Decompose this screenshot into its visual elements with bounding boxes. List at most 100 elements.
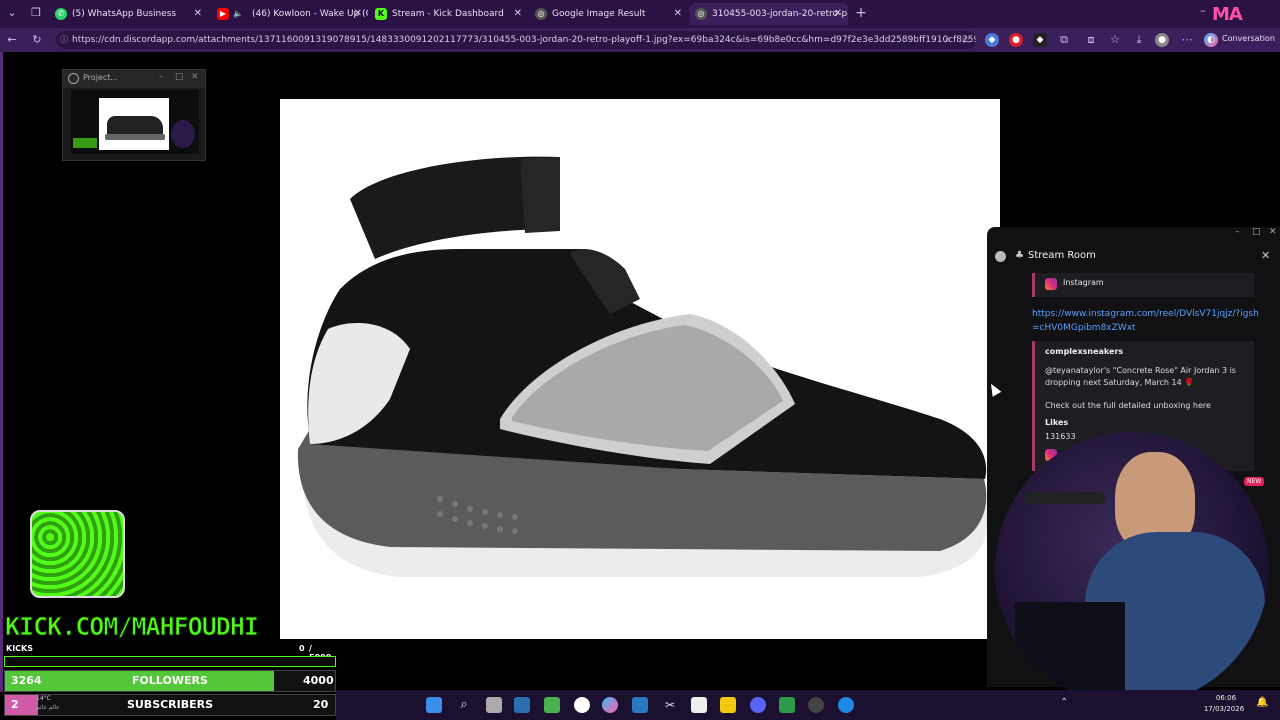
back-icon[interactable]: ← <box>4 32 20 48</box>
message-link[interactable]: https://www.instagram.com/reel/DVlsV71jq… <box>1032 307 1262 337</box>
close-icon[interactable]: ✕ <box>674 3 682 25</box>
tab-menu-chevron-icon[interactable]: ⌄ <box>4 5 20 21</box>
panel-header: ♣ Stream Room ✕ <box>987 245 1280 269</box>
preview-overlay <box>73 138 97 148</box>
extension-diamond-icon[interactable]: ◆ <box>1033 33 1047 47</box>
tab-label: Google Image Result <box>552 9 646 19</box>
capcut-icon[interactable]: ✂ <box>662 697 678 713</box>
embed-author[interactable]: complexsneakers <box>1045 347 1123 356</box>
image-viewer[interactable] <box>280 99 1000 639</box>
extension-shield-icon[interactable]: ◆ <box>985 33 999 47</box>
extension-red-icon[interactable]: ● <box>1009 33 1023 47</box>
minimize-icon[interactable]: – <box>1195 3 1211 19</box>
extensions-puzzle-icon[interactable]: ⧉ <box>1056 32 1072 48</box>
more-menu-icon[interactable]: ⋯ <box>1179 32 1195 48</box>
tab-label: (46) Kowloon - Wake Up (Offi <box>252 9 368 19</box>
close-icon[interactable]: ✕ <box>194 3 202 25</box>
start-icon[interactable] <box>426 697 442 713</box>
embed-description: @teyanataylor's "Concrete Rose" Air Jord… <box>1045 366 1236 387</box>
conversation-label[interactable]: Conversation <box>1222 34 1275 43</box>
minimize-icon[interactable]: – <box>1235 227 1240 237</box>
project-window-titlebar: Project... – □ ✕ <box>63 70 205 88</box>
close-icon[interactable]: ✕ <box>191 72 199 82</box>
tab-google-image[interactable]: ◎ Google Image Result ✕ <box>530 3 688 25</box>
likes-value: 131633 <box>1045 432 1076 441</box>
search-icon[interactable]: ⌕ <box>940 32 956 48</box>
tab-label: 310455-003-jordan-20-retro-playo <box>712 9 848 19</box>
embed-source: Instagram <box>1063 278 1104 287</box>
split-screen-icon[interactable]: ⧈ <box>1083 32 1099 48</box>
chat-bubble-icon <box>995 251 1006 262</box>
window-edge <box>0 52 3 692</box>
task-view-icon[interactable] <box>486 697 502 713</box>
site-info-icon[interactable]: ⓘ <box>60 31 68 49</box>
close-icon[interactable]: ✕ <box>1261 249 1270 262</box>
tab-active-image[interactable]: ◎ 310455-003-jordan-20-retro-playo ✕ <box>690 3 848 25</box>
maximize-icon[interactable]: □ <box>1252 227 1261 237</box>
tab-label: Stream - Kick Dashboard <box>392 9 504 19</box>
app-white-icon[interactable] <box>691 697 707 713</box>
kicks-jar-graphic <box>30 510 125 598</box>
settings-icon[interactable] <box>808 697 824 713</box>
obs-icon <box>68 73 79 84</box>
project-window-thumbnail[interactable]: Project... – □ ✕ <box>62 69 206 161</box>
close-icon[interactable]: ✕ <box>834 3 842 25</box>
project-preview <box>71 90 199 154</box>
followers-label: FOLLOWERS <box>132 674 208 687</box>
url-field[interactable]: ⓘ https://cdn.discordapp.com/attachments… <box>56 31 976 49</box>
microphone-arm <box>1025 492 1105 504</box>
network-app-icon[interactable] <box>514 697 530 713</box>
kicks-value: 0 <box>299 644 305 653</box>
panel-title: Stream Room <box>1028 250 1096 261</box>
globe-icon: ◎ <box>695 8 707 20</box>
tab-strip: ⌄ ❐ ✆ (5) WhatsApp Business ✕ ▶ 🔈 (46) K… <box>0 0 1280 28</box>
youtube-icon: ▶ <box>217 8 229 20</box>
tray-chevron-icon[interactable]: ⌃ <box>1060 697 1068 708</box>
kicks-goal-row: KICKS 0 / 5000 <box>4 644 336 662</box>
discord-icon[interactable] <box>750 697 766 713</box>
speaker-icon[interactable]: 🔈 <box>232 8 244 20</box>
kicks-label: KICKS <box>6 644 34 653</box>
clock-time[interactable]: 06:06 <box>1206 694 1246 702</box>
refresh-icon[interactable]: ↻ <box>29 32 45 48</box>
profile-avatar-icon[interactable]: ● <box>1155 33 1169 47</box>
game-controller-icon: ♣ <box>1015 250 1024 261</box>
tab-youtube[interactable]: ▶ 🔈 (46) Kowloon - Wake Up (Offi ✕ <box>212 3 368 25</box>
preview-webcam <box>171 120 195 148</box>
panel-window-controls: – □ ✕ <box>987 227 1280 241</box>
instagram-icon <box>1045 278 1057 290</box>
subscribers-goal: 20 <box>313 698 329 711</box>
close-icon[interactable]: ✕ <box>514 3 522 25</box>
new-badge: NEW <box>1244 477 1265 486</box>
sneaker-image <box>297 156 989 577</box>
downloads-icon[interactable]: ⤓ <box>1131 32 1147 48</box>
followers-goal: 4000 <box>303 674 334 687</box>
minimize-icon[interactable]: – <box>159 72 164 82</box>
favorites-icon[interactable]: ☆ <box>1107 32 1123 48</box>
weather-temp: 14°C <box>36 695 51 702</box>
tab-whatsapp[interactable]: ✆ (5) WhatsApp Business ✕ <box>50 3 208 25</box>
copilot-icon[interactable] <box>602 697 618 713</box>
close-icon[interactable]: ✕ <box>354 3 362 25</box>
clock-date[interactable]: 17/03/2026 <box>1196 705 1252 713</box>
favorite-star-icon[interactable]: ☆ <box>958 32 974 48</box>
edge-icon[interactable] <box>838 697 854 713</box>
tab-label: (5) WhatsApp Business <box>72 9 177 19</box>
new-tab-icon[interactable]: + <box>853 5 869 21</box>
studio-gear <box>1015 602 1125 692</box>
workspaces-icon[interactable]: ❐ <box>28 5 44 21</box>
likes-label: Likes <box>1045 418 1069 427</box>
app-blue-icon[interactable] <box>632 697 648 713</box>
notification-bell-icon[interactable]: 🔔 <box>1256 697 1268 708</box>
maximize-icon[interactable]: □ <box>175 72 184 82</box>
search-icon[interactable]: ⌕ <box>456 697 472 713</box>
copilot-icon[interactable]: ◐ <box>1204 33 1218 47</box>
obs-icon[interactable] <box>574 697 590 713</box>
close-icon[interactable]: ✕ <box>1269 227 1277 237</box>
tab-kick[interactable]: K Stream - Kick Dashboard ✕ <box>370 3 528 25</box>
address-toolbar: ← ↻ ⓘ https://cdn.discordapp.com/attachm… <box>0 28 1280 52</box>
kick-icon: K <box>375 8 387 20</box>
file-explorer-icon[interactable] <box>720 697 736 713</box>
app-green-icon[interactable] <box>544 697 560 713</box>
app-shield-icon[interactable] <box>779 697 795 713</box>
